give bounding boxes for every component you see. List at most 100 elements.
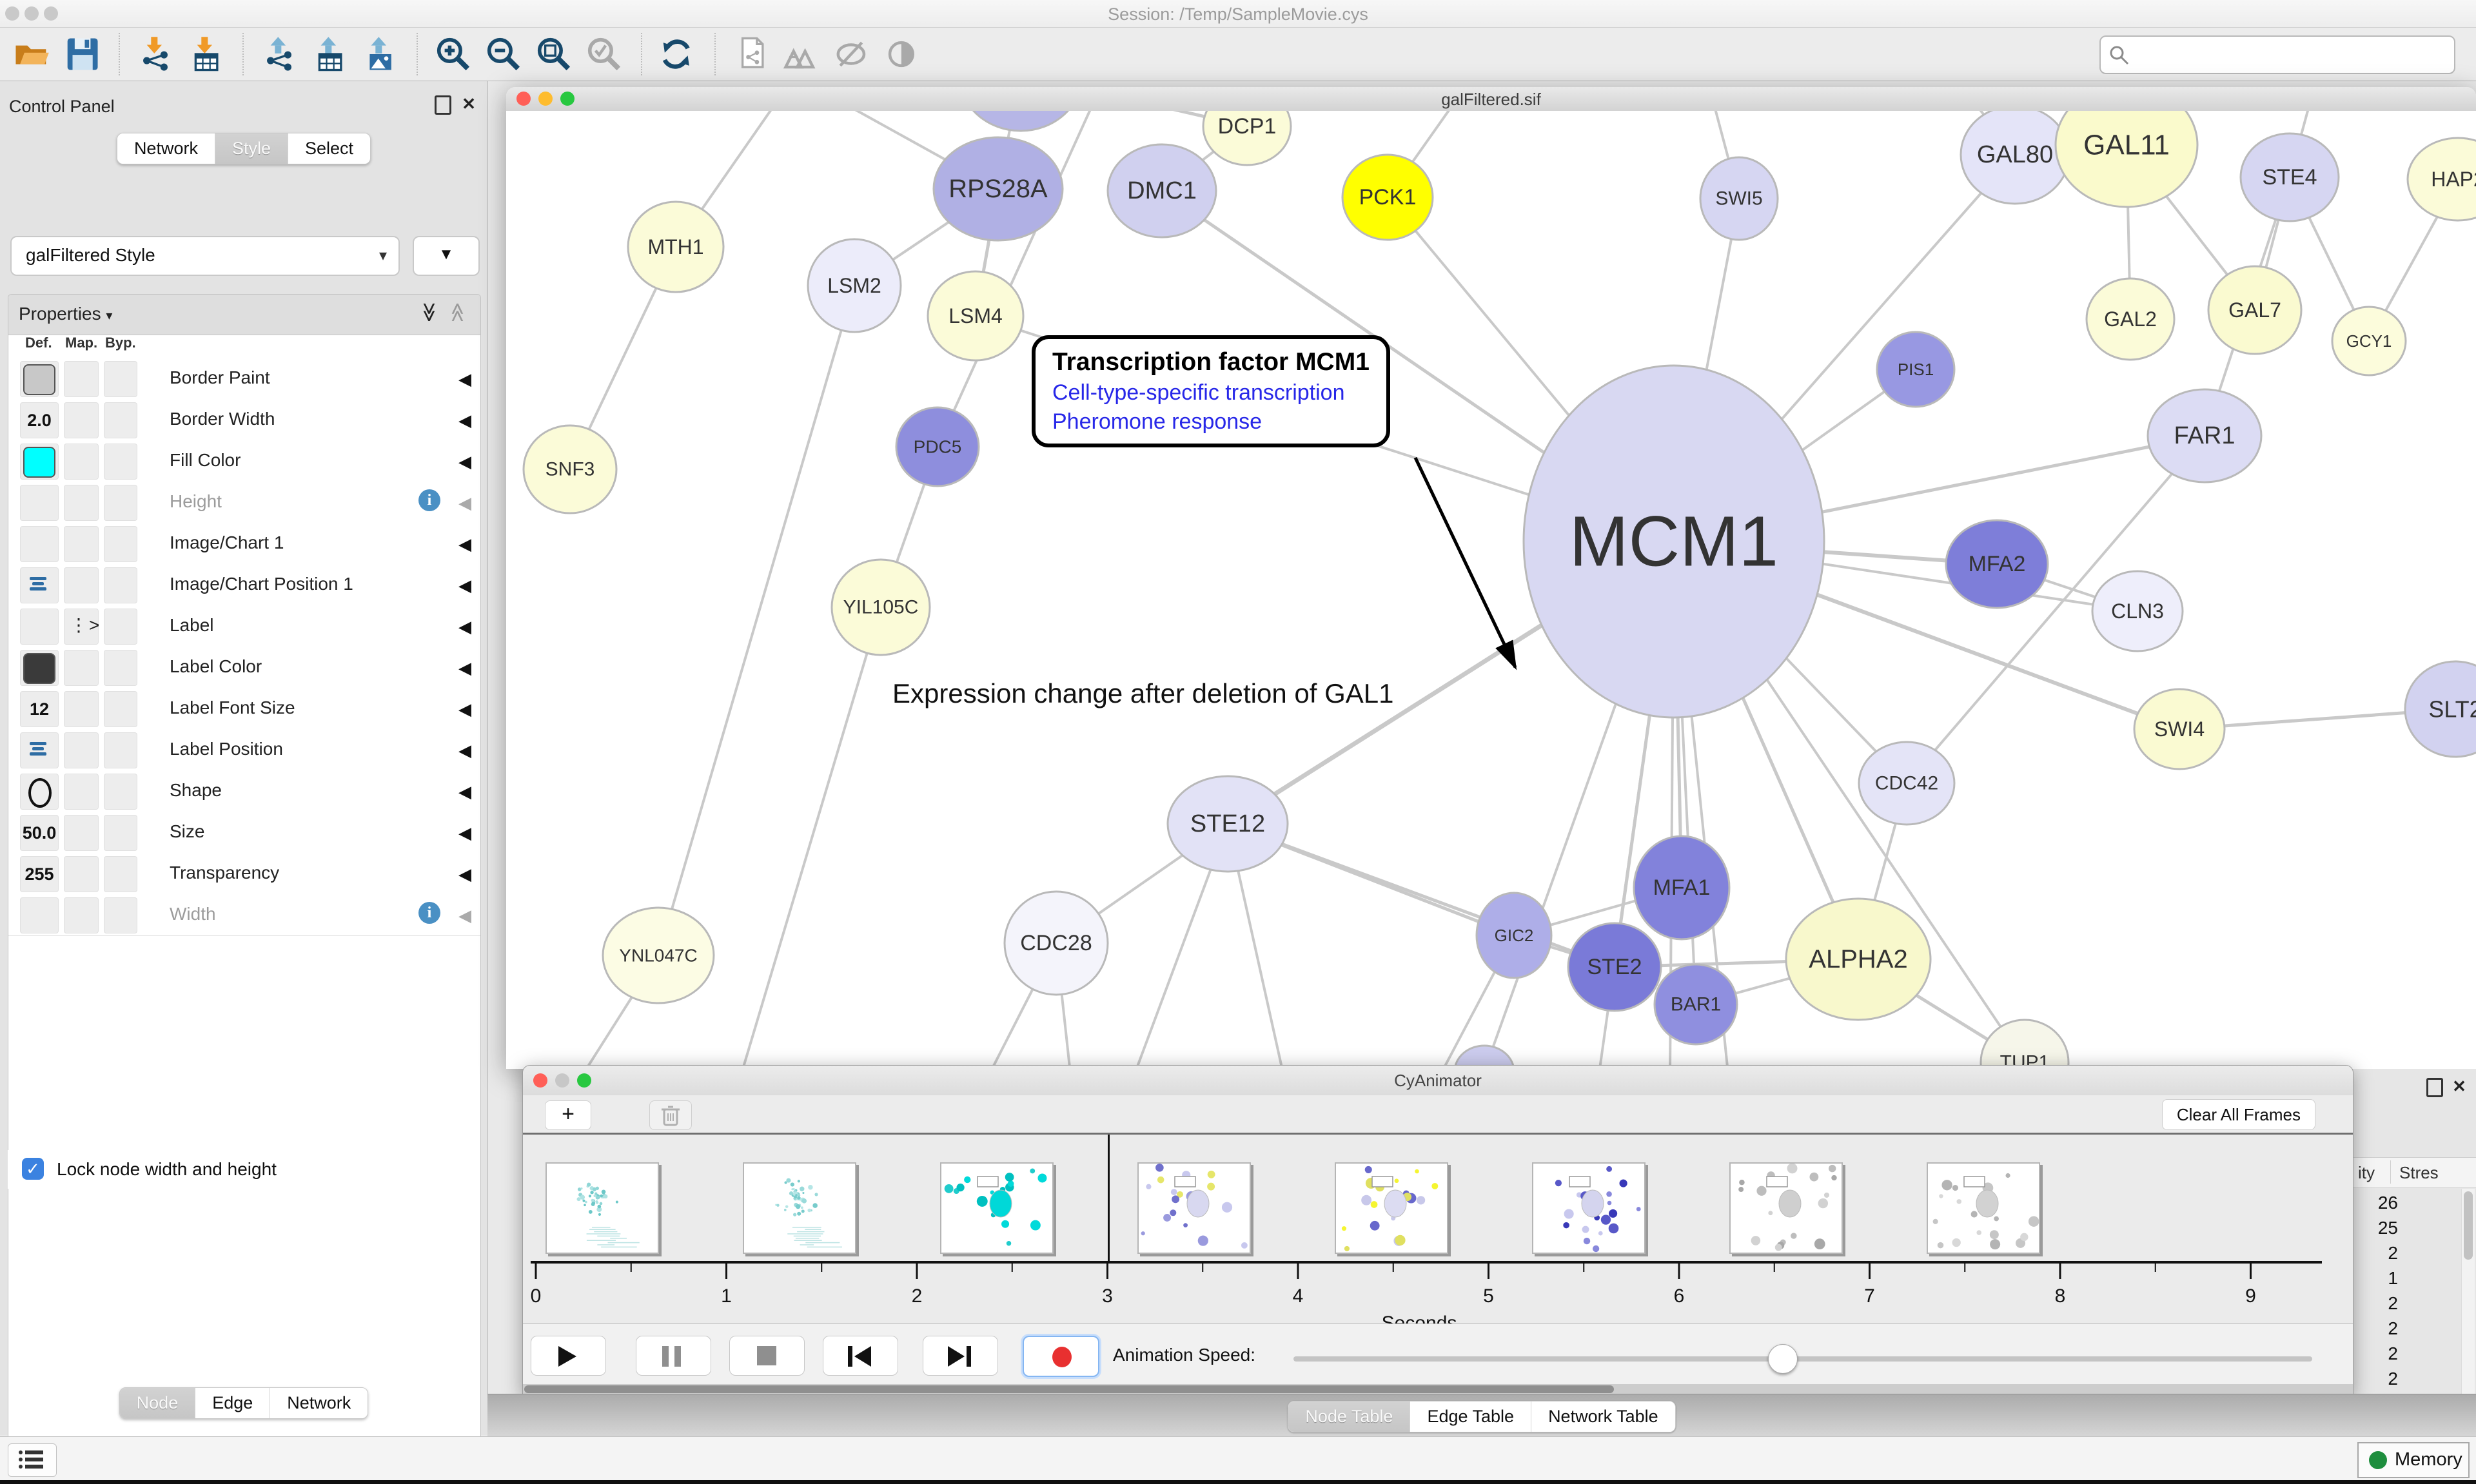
column-header[interactable]: Stres [2399, 1163, 2439, 1183]
expand-all-icon[interactable]: ≫ [418, 302, 440, 322]
expand-property-icon[interactable]: ◀ [458, 864, 471, 884]
frame-thumbnail-7[interactable] [1927, 1162, 2040, 1254]
frame-thumbnail-1[interactable] [743, 1162, 856, 1254]
position-icon[interactable] [30, 741, 46, 757]
close-panel-icon[interactable]: ✕ [460, 95, 477, 112]
network-node-mfa2[interactable]: MFA2 [1946, 520, 2048, 608]
hide-selected-icon[interactable] [833, 35, 870, 73]
animation-speed-slider[interactable] [1293, 1356, 2312, 1362]
network-node-mcm1[interactable]: MCM1 [1524, 366, 1824, 718]
property-row-label-font-size[interactable]: 12Label Font Size◀ [8, 688, 480, 730]
mapping-cell[interactable] [64, 444, 99, 480]
stop-button[interactable] [729, 1336, 805, 1376]
float-panel-icon[interactable] [435, 95, 451, 112]
mcm1-annotation[interactable]: Transcription factor MCM1Cell-type-speci… [1032, 335, 1390, 447]
export-table-icon[interactable] [311, 35, 348, 73]
network-node-dmc1[interactable]: DMC1 [1108, 144, 1216, 237]
network-node-ste2[interactable]: STE2 [1568, 923, 1661, 1011]
network-window-titlebar[interactable]: galFiltered.sif [506, 87, 2476, 112]
network-node-ynl047c[interactable]: YNL047C [603, 908, 714, 1003]
close-panel-icon[interactable]: ✕ [2451, 1078, 2468, 1095]
network-node-dcp1[interactable]: DCP1 [1203, 111, 1291, 165]
network-node-gal11[interactable]: GAL11 [2056, 111, 2197, 207]
frames-timeline[interactable]: 0123456789Seconds [523, 1135, 2353, 1323]
property-row-transparency[interactable]: 255Transparency◀ [8, 853, 480, 895]
network-node-snf3[interactable]: SNF3 [524, 425, 616, 513]
network-node-tup1[interactable]: TUP1 [1981, 1020, 2068, 1069]
network-node-gic2[interactable]: GIC2 [1477, 893, 1551, 978]
network-node-far1[interactable]: FAR1 [2148, 389, 2261, 482]
frame-thumbnail-6[interactable] [1729, 1162, 1843, 1254]
search-input[interactable] [2134, 39, 2446, 69]
zoom-in-icon[interactable] [435, 35, 472, 73]
default-value-text[interactable]: 255 [21, 864, 58, 884]
add-frame-button[interactable]: + [545, 1100, 591, 1130]
expand-property-icon[interactable]: ◀ [458, 699, 471, 719]
default-cell[interactable]: 2.0 [20, 402, 59, 438]
expand-property-icon[interactable]: ◀ [458, 493, 471, 513]
default-cell[interactable]: 12 [20, 691, 59, 727]
default-value-swatch[interactable] [23, 447, 55, 478]
property-row-fill-color[interactable]: Fill Color◀ [8, 440, 480, 482]
default-cell[interactable] [20, 609, 59, 645]
mapping-cell[interactable] [64, 567, 99, 603]
bypass-cell[interactable] [104, 897, 137, 933]
default-cell[interactable] [20, 526, 59, 562]
property-row-label-color[interactable]: Label Color◀ [8, 647, 480, 688]
annotation-link[interactable]: Pheromone response [1052, 409, 1370, 434]
default-cell[interactable] [20, 897, 59, 933]
frame-thumbnail-3[interactable] [1137, 1162, 1251, 1254]
mapping-cell[interactable] [64, 650, 99, 686]
zoom-fit-icon[interactable] [535, 35, 573, 73]
expand-property-icon[interactable]: ◀ [458, 369, 471, 389]
style-options-button[interactable]: ▼ [413, 236, 480, 276]
expand-property-icon[interactable]: ◀ [458, 534, 471, 554]
lock-size-checkbox[interactable]: ✓ [22, 1158, 44, 1180]
property-row-height[interactable]: Heighti◀ [8, 482, 480, 523]
property-row-label-position[interactable]: Label Position◀ [8, 729, 480, 771]
tab-network[interactable]: Network [117, 133, 215, 164]
mapping-cell[interactable]: ⋮> [64, 609, 99, 645]
frame-thumbnail-5[interactable] [1532, 1162, 1646, 1254]
open-session-icon[interactable] [13, 35, 50, 73]
refresh-layout-icon[interactable] [659, 35, 696, 73]
table-tab-node-table[interactable]: Node Table [1288, 1401, 1410, 1432]
network-node-alpha2[interactable]: ALPHA2 [1786, 899, 1931, 1020]
position-icon[interactable] [30, 576, 46, 592]
play-button[interactable] [531, 1336, 606, 1376]
default-cell[interactable]: 255 [20, 856, 59, 892]
bypass-cell[interactable] [104, 815, 137, 851]
column-header[interactable]: ity [2358, 1163, 2375, 1183]
tab-style[interactable]: Style [215, 133, 288, 164]
mapping-cell[interactable] [64, 485, 99, 521]
default-cell[interactable] [20, 444, 59, 480]
mapping-cell[interactable] [64, 856, 99, 892]
table-tab-edge-table[interactable]: Edge Table [1410, 1401, 1531, 1432]
memory-button[interactable]: Memory [2357, 1442, 2470, 1478]
mapping-cell[interactable] [64, 361, 99, 397]
mapping-cell[interactable] [64, 402, 99, 438]
network-node-cln3[interactable]: CLN3 [2092, 571, 2183, 651]
expand-property-icon[interactable]: ◀ [458, 782, 471, 802]
timeline-horizontal-scrollbar[interactable] [523, 1384, 2353, 1394]
network-node-swi5[interactable]: SWI5 [1700, 157, 1778, 240]
pause-button[interactable] [636, 1336, 711, 1376]
expand-property-icon[interactable]: ◀ [458, 411, 471, 431]
network-node-bar1[interactable]: BAR1 [1655, 964, 1737, 1044]
default-cell[interactable] [20, 567, 59, 603]
expand-property-icon[interactable]: ◀ [458, 906, 471, 926]
cyanimator-titlebar[interactable]: CyAnimator [523, 1066, 2353, 1096]
default-cell[interactable] [20, 732, 59, 768]
network-node-ste12[interactable]: STE12 [1168, 776, 1288, 872]
default-cell[interactable] [20, 650, 59, 686]
default-cell[interactable] [20, 361, 59, 397]
bypass-cell[interactable] [104, 609, 137, 645]
record-button[interactable] [1023, 1336, 1099, 1377]
info-icon[interactable]: i [418, 489, 440, 511]
bypass-cell[interactable] [104, 526, 137, 562]
property-row-image-chart-position-1[interactable]: Image/Chart Position 1◀ [8, 564, 480, 606]
default-value-text[interactable]: 2.0 [21, 411, 58, 431]
mapping-cell[interactable] [64, 691, 99, 727]
default-cell[interactable] [20, 485, 59, 521]
collapse-all-icon[interactable]: ≪ [446, 302, 469, 322]
